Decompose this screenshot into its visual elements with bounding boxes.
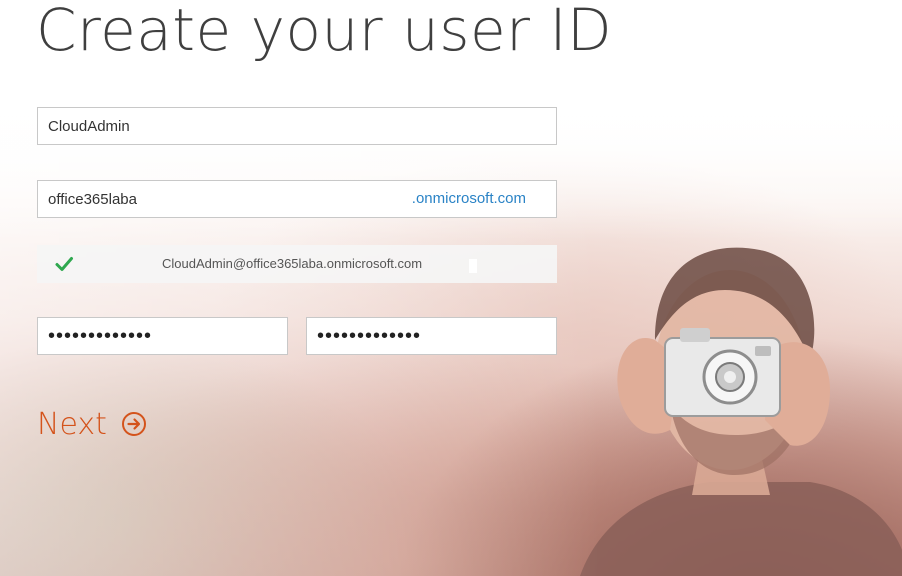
availability-status: CloudAdmin@office365laba.onmicrosoft.com bbox=[37, 245, 557, 283]
next-button[interactable]: Next bbox=[37, 400, 147, 448]
man-with-camera-illustration bbox=[580, 247, 902, 576]
password-field[interactable] bbox=[37, 317, 288, 355]
next-button-label: Next bbox=[37, 406, 107, 442]
user-id-input[interactable] bbox=[48, 108, 546, 144]
domain-suffix-label: .onmicrosoft.com bbox=[411, 190, 526, 207]
text-cursor bbox=[469, 259, 477, 273]
domain-field[interactable]: .onmicrosoft.com bbox=[37, 180, 557, 218]
page-title: Create your user ID bbox=[36, 0, 613, 64]
background-photo bbox=[0, 0, 902, 576]
password-input[interactable] bbox=[48, 318, 277, 354]
arrow-right-circle-icon bbox=[121, 412, 146, 436]
confirm-password-input[interactable] bbox=[317, 318, 546, 354]
background-fade-left bbox=[0, 0, 600, 576]
user-id-field[interactable] bbox=[37, 107, 557, 145]
checkmark-icon bbox=[55, 257, 73, 271]
confirm-password-field[interactable] bbox=[306, 317, 557, 355]
available-user-id-text: CloudAdmin@office365laba.onmicrosoft.com bbox=[162, 256, 423, 271]
domain-prefix-input[interactable] bbox=[48, 181, 388, 217]
